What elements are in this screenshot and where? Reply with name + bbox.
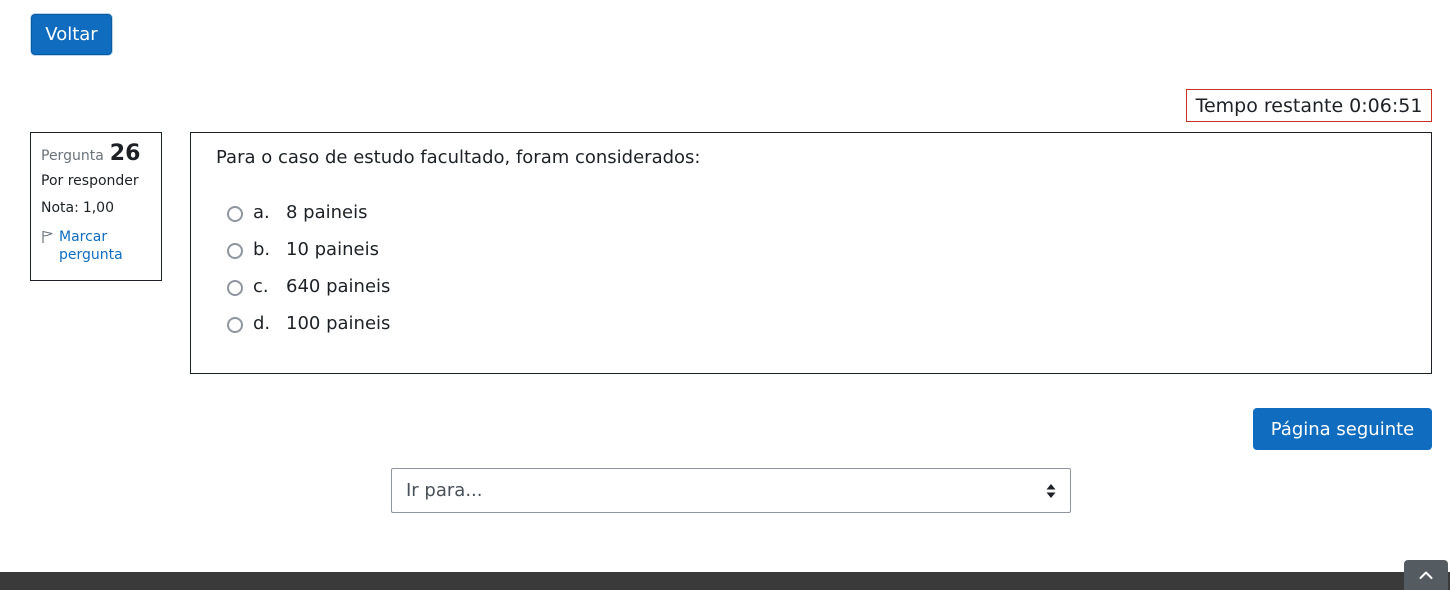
question-grade: Nota: 1,00 — [41, 200, 151, 216]
question-info-panel: Pergunta 26 Por responder Nota: 1,00 Mar… — [30, 132, 162, 281]
answer-radio-b[interactable] — [227, 243, 243, 259]
question-number-prefix: Pergunta — [41, 148, 104, 164]
timer-label: Tempo restante — [1195, 94, 1344, 117]
answer-radio-d[interactable] — [227, 317, 243, 333]
question-number-line: Pergunta 26 — [41, 141, 151, 166]
answer-letter: b. — [253, 239, 271, 260]
flag-question-link[interactable]: Marcar pergunta — [41, 228, 151, 264]
answer-text: 10 paineis — [286, 239, 379, 260]
flag-question-label: Marcar pergunta — [59, 229, 123, 263]
quiz-page: Voltar Tempo restante 0:06:51 Pergunta 2… — [0, 0, 1450, 590]
grade-label: Nota: — [41, 200, 79, 216]
answer-option-a[interactable]: a. 8 paineis — [227, 194, 1406, 231]
answer-option-c[interactable]: c. 640 paineis — [227, 268, 1406, 305]
question-number: 26 — [109, 141, 141, 166]
question-state: Por responder — [41, 173, 139, 189]
answer-radio-a[interactable] — [227, 206, 243, 222]
answer-letter: a. — [253, 202, 270, 223]
answer-letter: d. — [253, 313, 271, 334]
answer-text: 640 paineis — [286, 276, 391, 297]
jump-to-placeholder: Ir para... — [406, 480, 483, 501]
next-page-button[interactable]: Página seguinte — [1253, 408, 1432, 450]
question-text: Para o caso de estudo facultado, foram c… — [216, 147, 701, 168]
answer-text: 100 paineis — [286, 313, 391, 334]
answer-letter: c. — [253, 276, 269, 297]
jump-to-select[interactable]: Ir para... — [391, 468, 1071, 513]
answer-option-d[interactable]: d. 100 paineis — [227, 305, 1406, 342]
back-button[interactable]: Voltar — [31, 14, 112, 55]
time-remaining: Tempo restante 0:06:51 — [1186, 89, 1432, 122]
timer-value: 0:06:51 — [1349, 94, 1423, 117]
question-content: Para o caso de estudo facultado, foram c… — [190, 132, 1432, 374]
page-footer — [0, 572, 1450, 590]
answer-list: a. 8 paineis b. 10 paineis c. 640 painei… — [216, 194, 1406, 342]
answer-option-b[interactable]: b. 10 paineis — [227, 231, 1406, 268]
answer-text: 8 paineis — [286, 202, 368, 223]
grade-value: 1,00 — [82, 200, 114, 216]
flag-outline-icon — [42, 230, 53, 243]
sort-arrows-icon — [1046, 483, 1056, 498]
chevron-up-icon — [1419, 571, 1433, 579]
answer-radio-c[interactable] — [227, 280, 243, 296]
back-to-top-button[interactable] — [1404, 560, 1448, 590]
